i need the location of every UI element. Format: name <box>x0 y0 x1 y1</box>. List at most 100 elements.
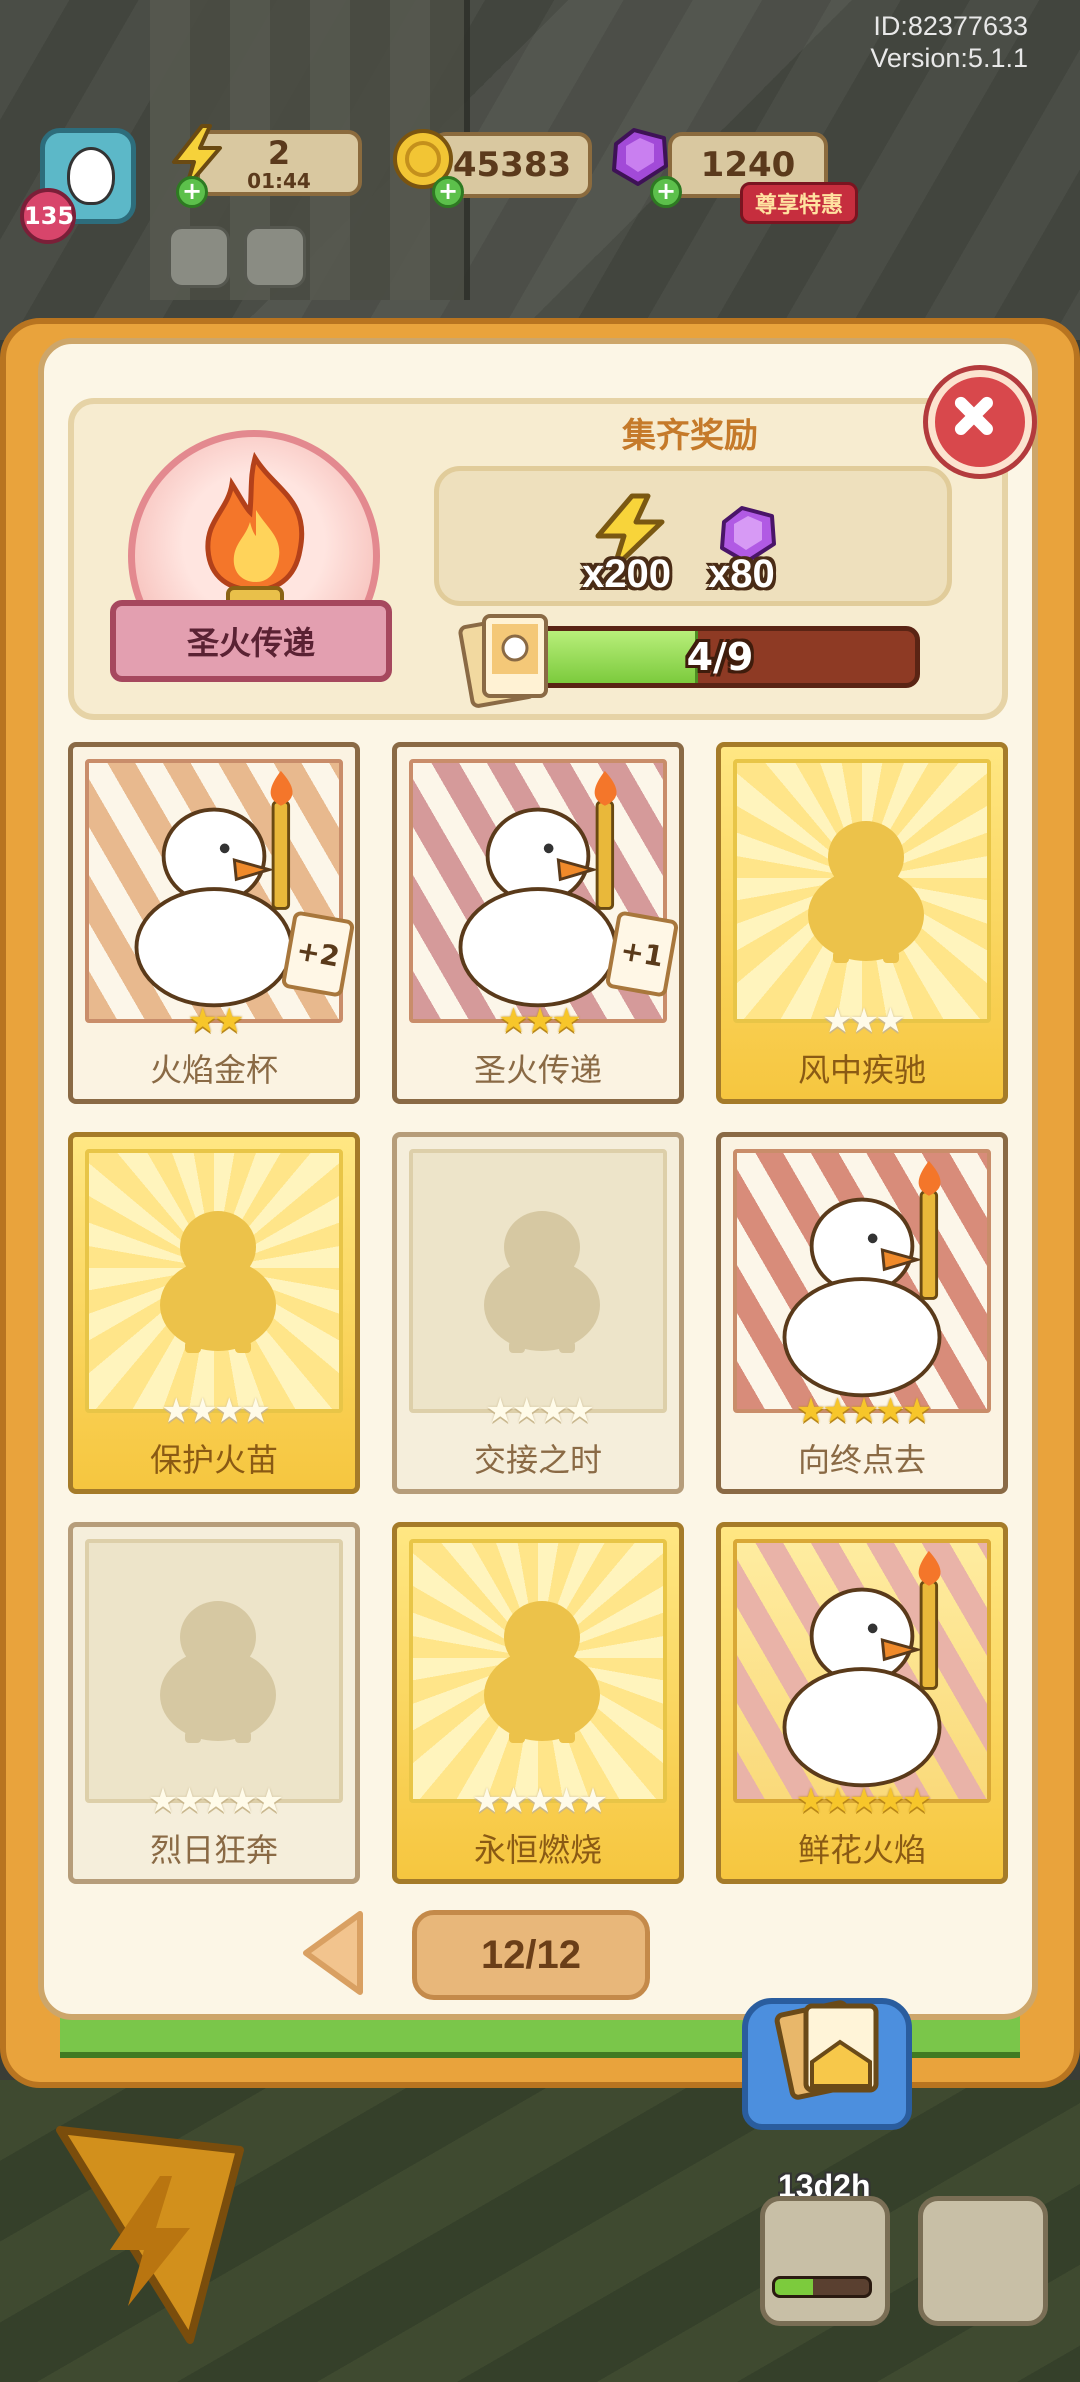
star-empty-icon: ★ <box>240 1391 271 1431</box>
star-empty-icon: ★ <box>485 1391 516 1431</box>
card-illustration <box>733 1149 991 1413</box>
locked-card-art <box>85 1539 343 1803</box>
album-card[interactable]: ★★★★★ 鲜花火焰 <box>716 1522 1008 1884</box>
star-empty-icon: ★ <box>147 1781 179 1821</box>
build-info: ID:82377633 Version:5.1.1 <box>870 10 1028 74</box>
star-filled-icon: ★ <box>795 1781 827 1821</box>
add-gems-button[interactable]: + <box>650 176 682 208</box>
star-empty-icon: ★ <box>253 1781 285 1821</box>
duck-character-icon <box>782 1160 942 1398</box>
mail-button[interactable] <box>244 226 306 288</box>
card-illustration <box>733 1539 991 1803</box>
duplicate-count-badge: +1 <box>604 910 680 998</box>
star-filled-icon: ★ <box>795 1391 827 1431</box>
album-card[interactable]: ★★★★★ 永恒燃烧 <box>392 1522 684 1884</box>
star-empty-icon: ★ <box>214 1391 245 1431</box>
duck-silhouette-icon <box>808 821 924 963</box>
album-card[interactable]: +2 ★★ 火焰金杯 <box>68 742 360 1104</box>
album-card[interactable]: ★★★ 风中疾驰 <box>716 742 1008 1104</box>
close-button[interactable] <box>928 370 1032 474</box>
locked-card-art <box>409 1149 667 1413</box>
card-stars: ★★★★★ <box>397 1781 679 1821</box>
card-name: 鲜花火焰 <box>797 1831 926 1869</box>
card-stars: ★★★★★ <box>73 1781 355 1821</box>
version-label: Version:5.1.1 <box>870 43 1028 73</box>
star-empty-icon: ★ <box>187 1391 219 1431</box>
star-filled-icon: ★ <box>187 1001 219 1041</box>
add-energy-button[interactable]: + <box>176 176 208 208</box>
star-filled-icon: ★ <box>551 1001 582 1041</box>
star-filled-icon: ★ <box>822 1391 853 1431</box>
torch-flame-icon <box>205 451 305 612</box>
star-empty-icon: ★ <box>875 1001 906 1041</box>
card-name: 永恒燃烧 <box>473 1831 602 1869</box>
star-empty-icon: ★ <box>524 1781 556 1821</box>
card-name: 烈日狂奔 <box>149 1831 278 1869</box>
star-empty-icon: ★ <box>551 1781 582 1821</box>
locked-card-art <box>85 1149 343 1413</box>
star-empty-icon: ★ <box>498 1781 529 1821</box>
star-filled-icon: ★ <box>901 1781 933 1821</box>
close-icon <box>954 396 993 435</box>
card-name: 风中疾驰 <box>797 1051 926 1089</box>
card-stars: ★★★★ <box>73 1391 355 1431</box>
album-card[interactable]: ★★★★★ 烈日狂奔 <box>68 1522 360 1884</box>
duck-silhouette-icon <box>484 1601 600 1743</box>
duck-silhouette-icon <box>160 1211 276 1353</box>
duck-silhouette-icon <box>484 1211 600 1353</box>
star-filled-icon: ★ <box>875 1781 906 1821</box>
card-name: 火焰金杯 <box>149 1051 278 1089</box>
star-empty-icon: ★ <box>822 1001 853 1041</box>
card-name: 圣火传递 <box>473 1051 602 1089</box>
duck-character-icon <box>782 1550 942 1788</box>
star-empty-icon: ★ <box>511 1391 543 1431</box>
reward-title: 集齐奖励 <box>622 416 758 456</box>
star-filled-icon: ★ <box>901 1391 933 1431</box>
energy-boost-button[interactable] <box>40 2120 250 2350</box>
star-filled-icon: ★ <box>875 1391 906 1431</box>
star-filled-icon: ★ <box>524 1001 556 1041</box>
star-empty-icon: ★ <box>848 1001 880 1041</box>
star-filled-icon: ★ <box>848 1781 880 1821</box>
duck-silhouette-icon <box>160 1601 276 1743</box>
star-filled-icon: ★ <box>848 1391 880 1431</box>
card-stars: ★★★ <box>397 1001 679 1041</box>
event-card-pack-button[interactable] <box>760 2196 890 2326</box>
event-progress-bar <box>772 2276 872 2298</box>
collection-title-ribbon: 圣火传递 <box>110 600 392 682</box>
settings-button[interactable] <box>168 226 230 288</box>
card-stars: ★★★★★ <box>721 1781 1003 1821</box>
star-filled-icon: ★ <box>498 1001 529 1041</box>
collection-progress-text: 4/9 <box>686 635 754 679</box>
duplicate-count-badge: +2 <box>280 910 356 998</box>
friends-button[interactable] <box>918 2196 1048 2326</box>
star-empty-icon: ★ <box>200 1781 232 1821</box>
card-stars: ★★★★ <box>397 1391 679 1431</box>
card-name: 保护火苗 <box>149 1441 278 1479</box>
card-stars: ★★★★★ <box>721 1391 1003 1431</box>
card-stars: ★★ <box>73 1001 355 1041</box>
add-coins-button[interactable]: + <box>432 176 464 208</box>
card-name: 向终点去 <box>797 1441 926 1479</box>
star-empty-icon: ★ <box>161 1391 192 1431</box>
star-empty-icon: ★ <box>174 1781 205 1821</box>
star-filled-icon: ★ <box>214 1001 245 1041</box>
star-empty-icon: ★ <box>564 1391 595 1431</box>
event-progress-fill <box>775 2279 813 2295</box>
star-empty-icon: ★ <box>471 1781 503 1821</box>
album-card[interactable]: +1 ★★★ 圣火传递 <box>392 742 684 1104</box>
album-card[interactable]: ★★★★ 保护火苗 <box>68 1132 360 1494</box>
prev-page-button[interactable] <box>298 1908 368 1998</box>
star-empty-icon: ★ <box>577 1781 609 1821</box>
album-card[interactable]: ★★★★ 交接之时 <box>392 1132 684 1494</box>
player-level-badge: 135 <box>20 188 76 244</box>
album-card[interactable]: ★★★★★ 向终点去 <box>716 1132 1008 1494</box>
star-filled-icon: ★ <box>822 1781 853 1821</box>
star-empty-icon: ★ <box>227 1781 258 1821</box>
vip-offer-badge[interactable]: 尊享特惠 <box>740 182 859 224</box>
card-stack-icon <box>458 614 548 708</box>
reward-gem-amount: x80 <box>708 552 775 596</box>
reward-box <box>434 466 952 606</box>
locked-card-art <box>733 759 991 1023</box>
star-empty-icon: ★ <box>538 1391 569 1431</box>
